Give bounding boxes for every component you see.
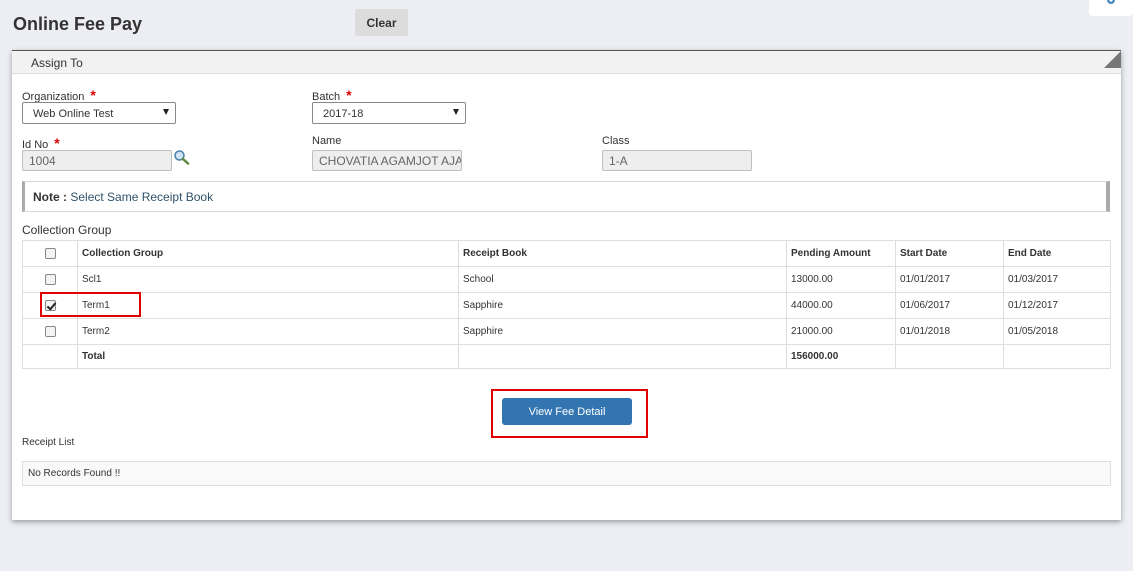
id-no-input[interactable]: 1004 [22,150,172,171]
cell-amount: 13000.00 [786,266,896,293]
collection-group-table: Collection Group Receipt Book Pending Am… [22,240,1111,369]
gear-icon[interactable] [1105,0,1117,6]
select-all-cell [22,240,78,267]
dropdown-arrow-icon [453,109,459,115]
cell-start: 01/01/2017 [895,266,1004,293]
dropdown-arrow-icon [163,109,169,115]
required-marker: * [346,87,352,103]
column-header: Receipt Book [458,240,787,267]
empty-cell [458,344,787,369]
cell-group: Term2 [77,318,459,345]
note-box: Note : Select Same Receipt Book [22,181,1110,212]
class-label: Class [602,135,630,147]
required-marker: * [90,87,96,103]
row-checkbox[interactable] [44,299,56,311]
view-fee-detail-button[interactable]: View Fee Detail [502,398,632,425]
name-input[interactable]: CHOVATIA AGAMJOT AJA [312,150,462,171]
table-row[interactable]: Scl1 School 13000.00 01/01/2017 01/03/20… [22,266,1111,293]
corner-fold-icon [1104,51,1121,68]
table-header-row: Collection Group Receipt Book Pending Am… [22,240,1111,267]
total-amount: 156000.00 [786,344,896,369]
column-header: Collection Group [77,240,459,267]
class-input[interactable]: 1-A [602,150,752,171]
empty-cell [895,344,1004,369]
cell-book: Sapphire [458,292,787,319]
clear-button[interactable]: Clear [355,9,408,36]
select-all-checkbox[interactable] [44,247,56,259]
total-row: Total 156000.00 [22,344,1111,369]
table-row[interactable]: Term2 Sapphire 21000.00 01/01/2018 01/05… [22,318,1111,345]
receipt-list-label: Receipt List [22,437,75,448]
name-label: Name [312,135,342,147]
note-text: Select Same Receipt Book [70,190,214,204]
total-label: Total [77,344,459,369]
search-icon[interactable] [173,149,190,165]
row-checkbox[interactable] [44,325,56,337]
cell-group: Scl1 [77,266,459,293]
collection-group-label: Collection Group [22,223,112,237]
row-checkbox[interactable] [44,273,56,285]
cell-start: 01/01/2018 [895,318,1004,345]
organization-select[interactable]: Web Online Test [22,102,176,124]
row-checkbox-cell [22,292,78,319]
cell-end: 01/03/2017 [1003,266,1111,293]
required-marker: * [54,135,60,151]
organization-label: Organization * [22,87,96,103]
cell-start: 01/06/2017 [895,292,1004,319]
page-title: Online Fee Pay [13,14,143,34]
cell-amount: 44000.00 [786,292,896,319]
empty-cell [22,344,78,369]
note-label: Note : [33,190,67,204]
table-row[interactable]: Term1 Sapphire 44000.00 01/06/2017 01/12… [22,292,1111,319]
settings-tab[interactable] [1089,0,1133,16]
cell-end: 01/05/2018 [1003,318,1111,345]
empty-cell [1003,344,1111,369]
id-no-label: Id No * [22,135,60,151]
column-header: End Date [1003,240,1111,267]
column-header: Start Date [895,240,1004,267]
batch-label: Batch * [312,87,352,103]
receipt-list-empty: No Records Found !! [22,461,1111,486]
batch-select[interactable]: 2017-18 [312,102,466,124]
row-checkbox-cell [22,318,78,345]
assign-panel: Assign To Organization * Web Online Test … [12,50,1121,520]
panel-header: Assign To [12,51,1121,74]
cell-group: Term1 [77,292,459,319]
cell-amount: 21000.00 [786,318,896,345]
column-header: Pending Amount [786,240,896,267]
panel-title: Assign To [31,56,83,70]
row-checkbox-cell [22,266,78,293]
cell-book: School [458,266,787,293]
cell-end: 01/12/2017 [1003,292,1111,319]
cell-book: Sapphire [458,318,787,345]
